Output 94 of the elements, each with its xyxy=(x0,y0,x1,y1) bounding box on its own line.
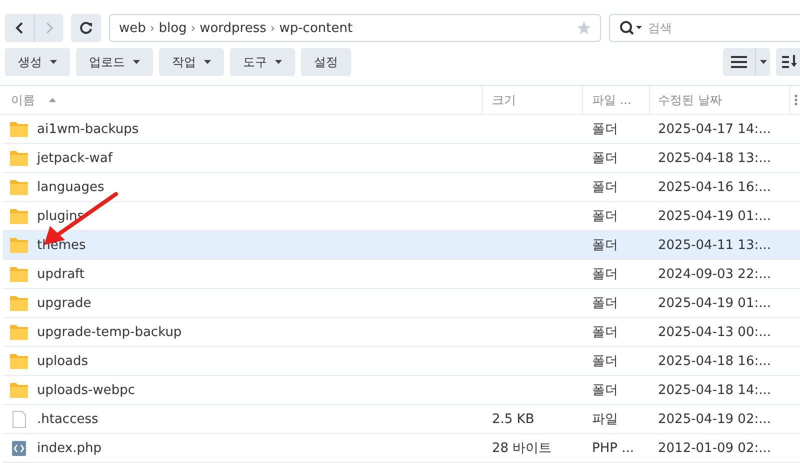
file-type: 폴더 xyxy=(592,179,618,196)
path-field[interactable]: web › blog › wordpress › wp-content xyxy=(109,14,601,42)
modified-date: 2025-04-16 16:... xyxy=(658,180,772,194)
modified-date: 2025-04-18 14:... xyxy=(658,382,772,398)
modified-date: 2025-04-13 00:... xyxy=(658,324,772,340)
caret-icon xyxy=(275,60,282,64)
file-name: uploads-webpc xyxy=(37,382,136,398)
file-name: ai1wm-backups xyxy=(37,122,139,136)
folder-icon xyxy=(10,296,28,310)
file-type: 폴더 xyxy=(592,324,618,341)
toolbar-button[interactable]: 업로드 xyxy=(76,48,153,76)
file-row[interactable]: upgrade-temp-backup 폴더 2025-04-13 00:... xyxy=(3,318,800,347)
caret-icon xyxy=(760,60,766,64)
sort-icon xyxy=(782,55,798,69)
path-segment[interactable]: web xyxy=(119,20,146,36)
file-type: 폴더 xyxy=(592,237,618,254)
file-row[interactable]: updraft 폴더 2024-09-03 22:... xyxy=(3,260,800,289)
file-row[interactable]: themes 폴더 2025-04-11 13:... xyxy=(3,231,800,260)
code-file-icon xyxy=(10,440,28,456)
file-type: 폴더 xyxy=(592,295,618,312)
toolbar-button[interactable]: 설정 xyxy=(301,48,351,76)
file-type: 폴더 xyxy=(592,208,618,225)
file-row[interactable]: uploads 폴더 2025-04-18 16:... xyxy=(3,347,800,376)
star-icon[interactable] xyxy=(576,20,592,36)
file-icon xyxy=(10,410,28,428)
path-separator: › xyxy=(150,21,155,35)
path-segment[interactable]: wp-content xyxy=(279,20,353,36)
refresh-icon xyxy=(79,21,93,35)
sort-button[interactable] xyxy=(776,48,800,76)
folder-icon xyxy=(10,266,28,282)
column-menu-icon[interactable] xyxy=(794,94,798,106)
caret-icon xyxy=(50,60,57,64)
modified-date: 2025-04-18 13:... xyxy=(658,150,772,166)
file-name: jetpack-waf xyxy=(37,150,112,166)
file-name: .htaccess xyxy=(37,412,98,426)
file-type: 폴더 xyxy=(592,150,618,167)
file-type: 파일 xyxy=(592,411,618,428)
toolbar-button[interactable]: 생성 xyxy=(5,48,70,76)
modified-date: 2025-04-17 14:... xyxy=(658,122,772,136)
view-dropdown-button[interactable] xyxy=(755,48,770,76)
file-type: 폴더 xyxy=(592,266,618,283)
file-row[interactable]: languages 폴더 2025-04-16 16:... xyxy=(3,173,800,202)
path-separator: › xyxy=(270,21,276,35)
file-row[interactable]: index.php 28 바이트 PHP ... 2012-01-09 02:... xyxy=(3,434,800,463)
file-size: 28 바이트 xyxy=(492,440,552,457)
path-segment[interactable]: blog xyxy=(158,20,187,36)
file-type: PHP ... xyxy=(592,440,634,456)
folder-icon xyxy=(10,324,28,340)
folder-icon xyxy=(10,382,28,398)
column-header[interactable]: 파일 ... xyxy=(583,86,650,114)
search-field[interactable]: 검색 xyxy=(609,14,800,42)
caret-icon xyxy=(133,60,140,64)
folder-icon xyxy=(10,122,28,136)
file-row[interactable]: ai1wm-backups 폴더 2025-04-17 14:... xyxy=(3,115,800,144)
modified-date: 2025-04-18 16:... xyxy=(658,354,772,368)
column-header[interactable]: 이름 xyxy=(0,86,483,114)
file-size: 2.5 KB xyxy=(492,412,534,426)
modified-date: 2025-04-19 01:... xyxy=(658,296,772,310)
toolbar-button[interactable]: 작업 xyxy=(159,48,224,76)
file-name: languages xyxy=(37,180,104,194)
file-name: index.php xyxy=(37,440,102,456)
file-name: uploads xyxy=(37,354,88,368)
file-type: 폴더 xyxy=(592,353,618,370)
chevron-left-icon xyxy=(14,21,24,35)
search-icon[interactable] xyxy=(619,20,643,36)
caret-icon xyxy=(204,60,211,64)
modified-date: 2025-04-19 02:... xyxy=(658,412,772,426)
file-row[interactable]: uploads-webpc 폴더 2025-04-18 14:... xyxy=(3,376,800,405)
folder-icon xyxy=(10,238,28,252)
file-name: themes xyxy=(37,238,86,252)
file-name: upgrade xyxy=(37,296,92,310)
file-type: 폴더 xyxy=(592,382,618,399)
path-segment[interactable]: wordpress xyxy=(200,20,266,36)
toolbar-button[interactable]: 도구 xyxy=(230,48,295,76)
file-name: upgrade-temp-backup xyxy=(37,324,182,340)
file-row[interactable]: jetpack-waf 폴더 2025-04-18 13:... xyxy=(3,144,800,173)
folder-icon xyxy=(10,180,28,194)
modified-date: 2025-04-19 01:... xyxy=(658,208,772,224)
path-separator: › xyxy=(190,21,196,35)
file-row[interactable]: .htaccess 2.5 KB 파일 2025-04-19 02:... xyxy=(3,405,800,434)
refresh-button[interactable] xyxy=(71,14,101,42)
file-row[interactable]: upgrade 폴더 2025-04-19 01:... xyxy=(3,289,800,318)
folder-icon xyxy=(10,354,28,368)
column-header[interactable]: 크기 xyxy=(483,86,583,114)
folder-icon xyxy=(10,208,28,224)
modified-date: 2025-04-11 13:... xyxy=(658,238,772,252)
folder-icon xyxy=(10,150,28,166)
column-header[interactable]: 수정된 날짜 xyxy=(650,86,790,114)
list-icon xyxy=(731,56,747,68)
chevron-right-icon xyxy=(44,21,54,35)
modified-date: 2012-01-09 02:... xyxy=(658,440,772,456)
file-type: 폴더 xyxy=(592,121,618,138)
modified-date: 2024-09-03 22:... xyxy=(658,266,772,282)
file-name: updraft xyxy=(37,266,84,282)
